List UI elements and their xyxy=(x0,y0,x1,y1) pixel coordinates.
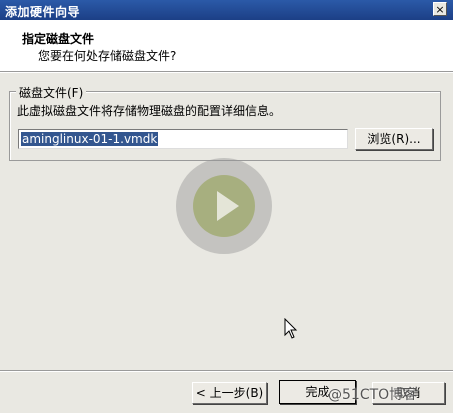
disk-file-value: aminglinux-01-1.vmdk xyxy=(21,132,159,146)
play-icon-inner xyxy=(193,175,255,237)
page-title: 指定磁盘文件 xyxy=(22,32,95,46)
back-button[interactable]: < 上一步(B) xyxy=(192,382,267,404)
title-bar: 添加硬件向导 × xyxy=(0,0,453,20)
disk-file-description: 此虚拟磁盘文件将存储物理磁盘的配置详细信息。 xyxy=(17,104,282,118)
wizard-header: 指定磁盘文件 您要在何处存储磁盘文件? xyxy=(0,20,453,72)
close-icon[interactable]: × xyxy=(433,2,447,16)
play-icon[interactable] xyxy=(176,158,272,254)
page-subtitle: 您要在何处存储磁盘文件? xyxy=(38,49,177,63)
disk-file-legend: 磁盘文件(F) xyxy=(16,84,87,101)
disk-file-group: 磁盘文件(F) 此虚拟磁盘文件将存储物理磁盘的配置详细信息。 aminglinu… xyxy=(9,84,441,161)
header-divider xyxy=(0,72,453,73)
disk-file-input[interactable]: aminglinux-01-1.vmdk xyxy=(18,129,348,149)
mouse-cursor-icon xyxy=(284,318,298,339)
button-bar-divider xyxy=(0,370,453,372)
window-title: 添加硬件向导 xyxy=(5,5,81,19)
browse-button[interactable]: 浏览(R)... xyxy=(355,128,433,150)
watermark: @51CTO博客 xyxy=(328,387,418,403)
play-triangle xyxy=(217,191,239,221)
